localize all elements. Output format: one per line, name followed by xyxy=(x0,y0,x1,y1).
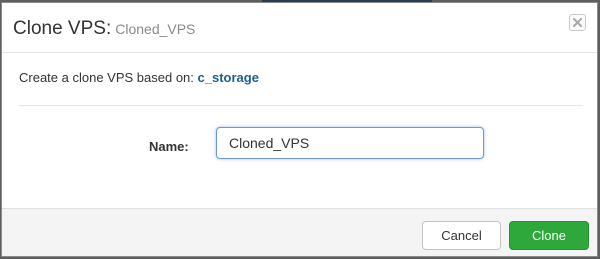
clone-button[interactable]: Clone xyxy=(509,221,589,250)
dialog-title: Clone VPS: Cloned_VPS xyxy=(13,18,195,40)
intro-line: Create a clone VPS based on: c_storage xyxy=(19,70,259,85)
body-divider xyxy=(19,105,583,106)
dialog-header: Clone VPS: Cloned_VPS xyxy=(2,3,597,53)
close-button[interactable] xyxy=(569,14,586,31)
name-input[interactable] xyxy=(216,127,484,159)
clone-vps-dialog: Clone VPS: Cloned_VPS Create a clone VPS … xyxy=(1,2,598,257)
dialog-footer: Cancel Clone xyxy=(2,208,597,256)
dialog-subtitle: Cloned_VPS xyxy=(115,21,196,37)
dialog-title-text: Clone VPS: xyxy=(13,18,112,39)
intro-text: Create a clone VPS based on: xyxy=(19,70,194,85)
source-vps-link[interactable]: c_storage xyxy=(198,70,259,85)
cancel-button[interactable]: Cancel xyxy=(422,221,501,250)
close-icon xyxy=(573,18,582,27)
name-label: Name: xyxy=(149,139,189,154)
dialog-body: Create a clone VPS based on: c_storage N… xyxy=(2,53,597,208)
